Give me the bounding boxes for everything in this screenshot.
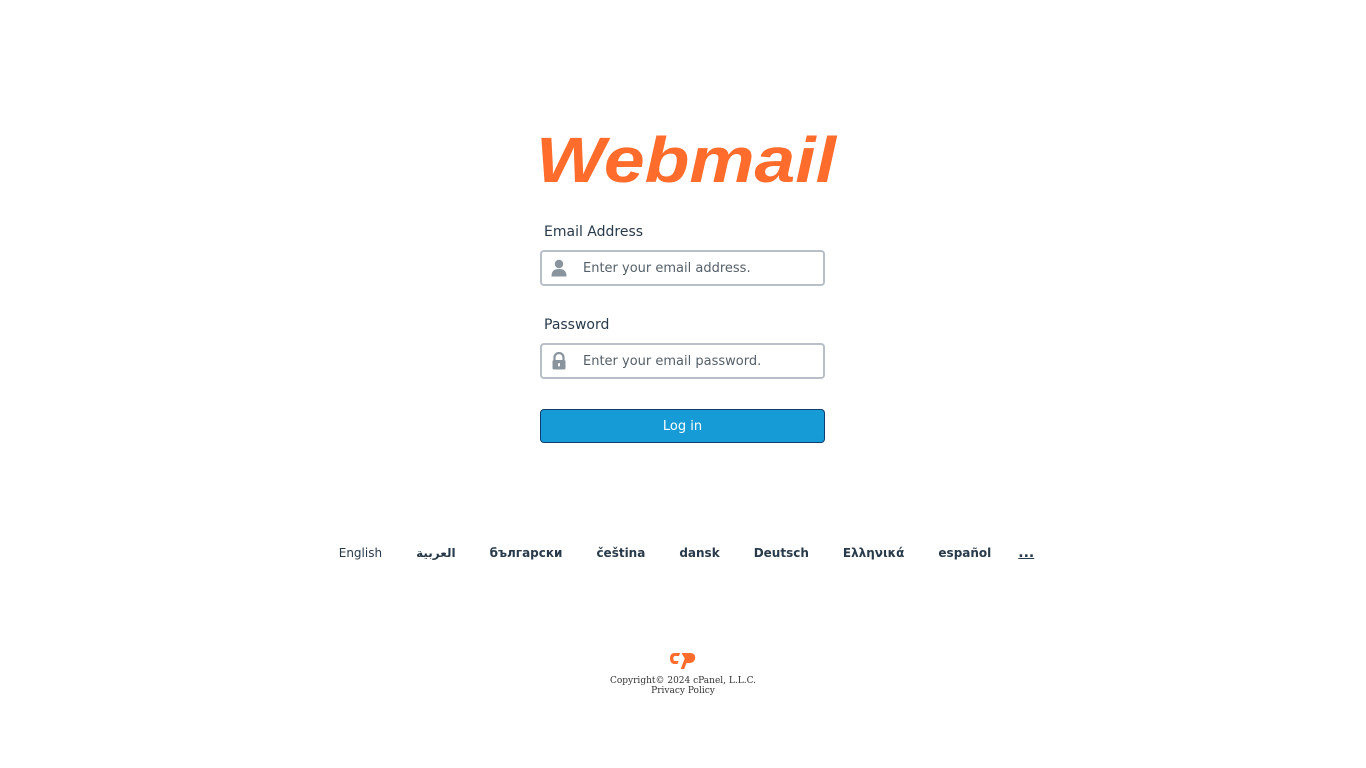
login-page: Webmail Email Address Password Log in [0,0,1366,768]
language-arabic[interactable]: العربية [416,542,456,564]
email-label: Email Address [544,224,644,240]
password-label: Password [544,317,610,333]
footer: Copyright© 2024 cPanel, L.L.C. Privacy P… [0,650,1366,696]
language-english[interactable]: English [339,542,382,564]
login-form: Email Address Password Log in [540,222,828,443]
language-greek[interactable]: Ελληνικά [843,542,905,564]
language-bar: English العربية български čeština dansk Deuts… [0,542,1366,564]
email-input[interactable] [574,252,828,284]
password-input-group [540,343,828,379]
lock-icon [552,352,566,370]
privacy-policy-link[interactable]: Privacy Policy [0,686,1366,696]
password-block: Password [540,315,828,379]
language-czech[interactable]: čeština [596,542,645,564]
language-german[interactable]: Deutsch [754,542,809,564]
password-input[interactable] [574,345,828,377]
copyright-text: Copyright© 2024 cPanel, L.L.C. [609,676,756,686]
language-danish[interactable]: dansk [679,542,719,564]
login-button[interactable]: Log in [540,409,825,443]
user-icon [551,259,567,277]
language-spanish[interactable]: español [938,542,991,564]
cpanel-logo-icon [670,653,696,669]
email-input-group [540,250,828,286]
language-bulgarian[interactable]: български [490,542,563,564]
more-languages-button[interactable]: ... [1018,542,1034,564]
logo-text: Webmail [536,128,837,190]
webmail-logo: Webmail [536,128,837,190]
